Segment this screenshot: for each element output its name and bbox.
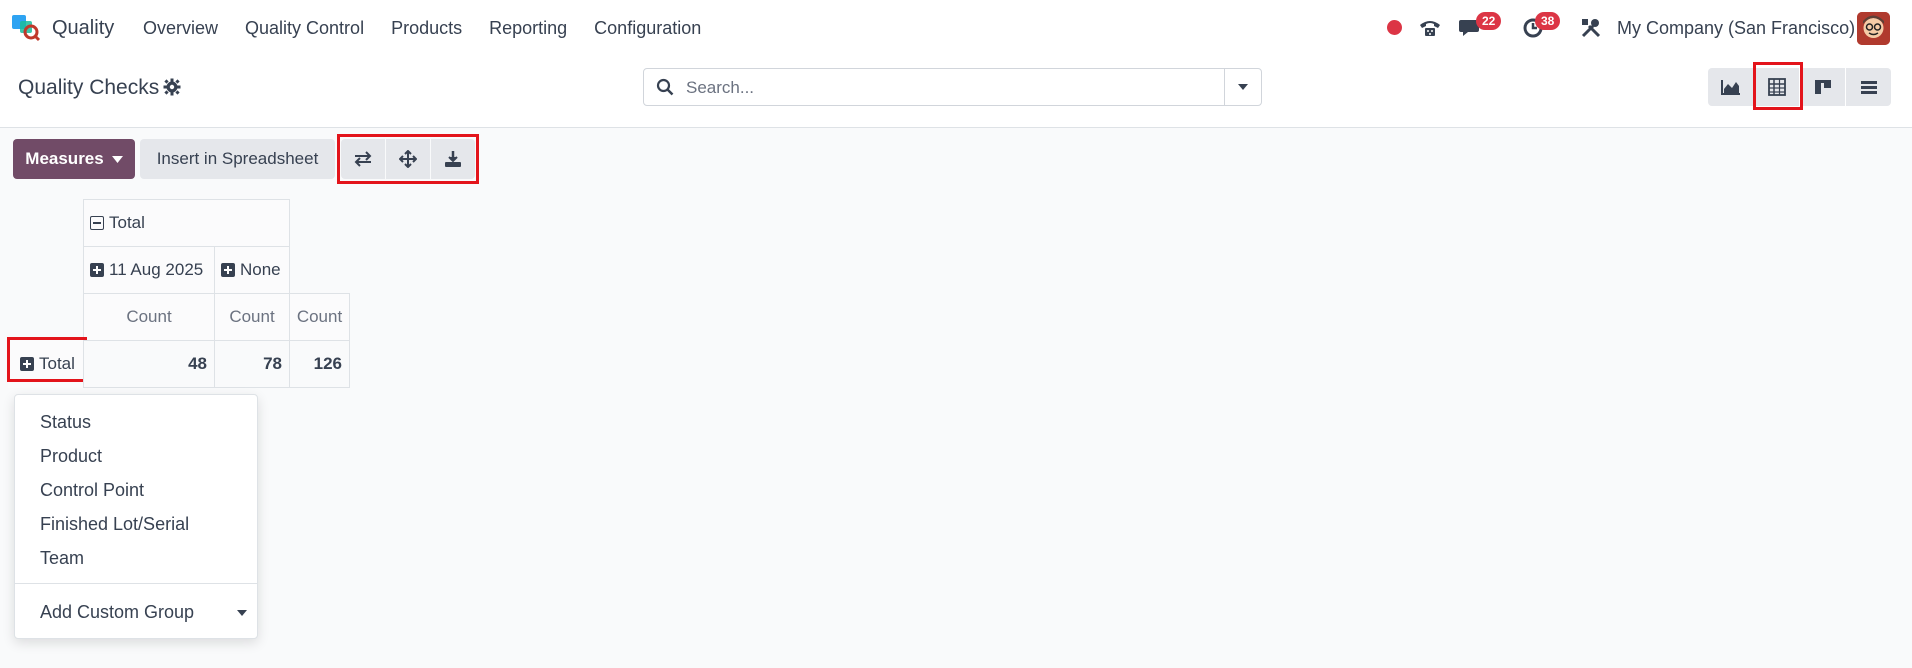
caret-down-icon [1238,84,1248,90]
pivot-measure-header[interactable]: Count [289,293,350,341]
collapse-icon [90,216,104,230]
recording-indicator-icon[interactable] [1387,20,1402,35]
tools-icon[interactable] [1577,14,1605,42]
caret-down-icon [237,610,247,616]
group-by-dropdown: Status Product Control Point Finished Lo… [14,394,258,639]
pivot-cell[interactable]: 78 [214,340,290,388]
add-custom-group-select[interactable]: Add Custom Group [40,602,194,623]
menu-products[interactable]: Products [391,18,462,39]
group-option-team[interactable]: Team [40,548,84,569]
main-menu: Overview Quality Control Products Report… [143,18,728,39]
kanban-view-button[interactable] [1800,68,1845,106]
kanban-icon [1814,80,1831,94]
menu-quality-control[interactable]: Quality Control [245,18,364,39]
pivot-measure-header[interactable]: Count [83,293,215,341]
expand-icon [90,263,104,277]
list-view-button[interactable] [1846,68,1891,106]
quality-app-icon[interactable] [11,13,41,43]
search-options-toggle[interactable] [1224,69,1261,105]
measures-button[interactable]: Measures [13,139,135,179]
list-icon [1860,81,1877,94]
search-input[interactable] [684,75,1208,101]
insert-spreadsheet-button[interactable]: Insert in Spreadsheet [140,139,335,179]
col-header-total-label: Total [109,213,145,232]
highlight-toolbar-buttons [337,134,479,184]
measure-label: Count [126,307,172,326]
measures-label: Measures [25,149,104,168]
pivot-measure-header[interactable]: Count [214,293,290,341]
top-navbar: Quality Overview Quality Control Product… [0,0,1912,56]
highlight-pivot-view [1753,62,1803,110]
group-option-product[interactable]: Product [40,446,102,467]
highlight-row-total [7,337,87,382]
pivot-col-group-none[interactable]: None [214,246,290,294]
menu-overview[interactable]: Overview [143,18,218,39]
menu-configuration[interactable]: Configuration [594,18,701,39]
user-avatar[interactable] [1857,12,1890,45]
app-name[interactable]: Quality [52,17,114,40]
caret-down-icon [111,155,123,163]
company-switcher[interactable]: My Company (San Francisco) [1617,18,1855,39]
area-chart-icon [1720,80,1740,95]
dropdown-divider [15,583,257,584]
col-group-none-label: None [240,260,281,279]
search-bar [643,68,1262,106]
messages-badge: 22 [1476,12,1502,30]
pivot-cell-total[interactable]: 126 [289,340,350,388]
menu-reporting[interactable]: Reporting [489,18,567,39]
page-title[interactable]: Quality Checks [18,76,159,100]
group-option-status[interactable]: Status [40,412,91,433]
measure-label: Count [296,307,343,326]
measure-label: Count [229,307,275,326]
gear-icon[interactable] [163,78,181,96]
expand-icon [221,263,235,277]
pivot-col-header-total[interactable]: Total [83,199,290,247]
phone-icon[interactable] [1416,14,1444,42]
search-icon [656,78,674,96]
graph-view-button[interactable] [1708,68,1753,106]
pivot-col-group-date[interactable]: 11 Aug 2025 [83,246,215,294]
group-option-control-point[interactable]: Control Point [40,480,144,501]
col-group-date-label: 11 Aug 2025 [109,260,204,279]
pivot-cell[interactable]: 48 [83,340,215,388]
group-option-lot-serial[interactable]: Finished Lot/Serial [40,514,189,535]
control-panel: Quality Checks [0,56,1912,128]
activities-badge: 38 [1535,12,1561,30]
